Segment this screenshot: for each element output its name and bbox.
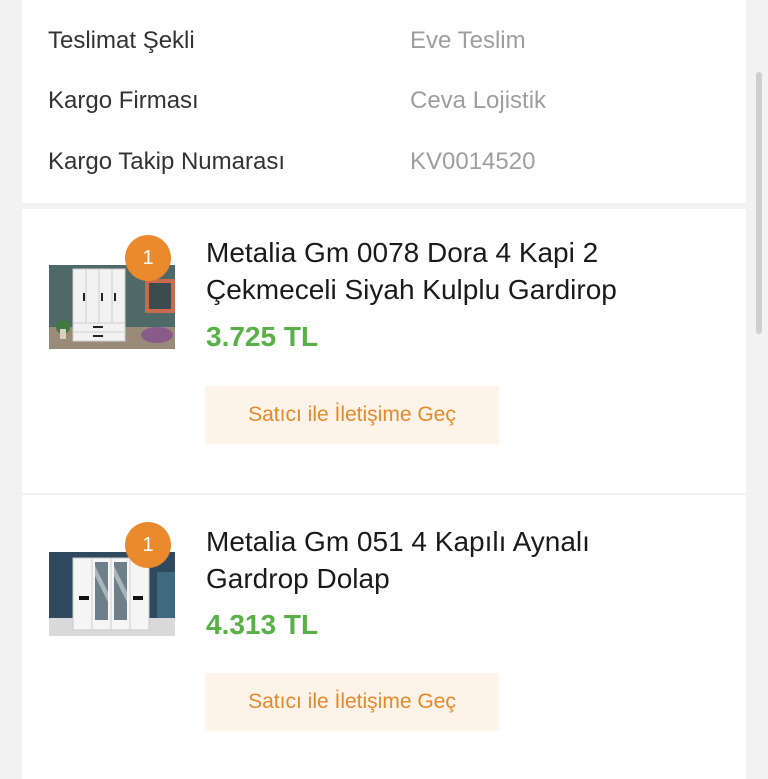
product-price: 4.313 TL (206, 609, 319, 640)
contact-seller-button[interactable]: Satıcı ile İletişime Geç (205, 673, 499, 731)
cargo-company-value: Ceva Lojistik (410, 87, 547, 114)
cargo-company-label: Kargo Firması (48, 87, 199, 114)
delivery-type-row: Teslimat Şekli Eve Teslim (48, 26, 746, 56)
product-title[interactable]: Metalia Gm 0078 Dora 4 Kapi 2 Çekmeceli … (206, 234, 726, 308)
quantity-badge: 1 (125, 235, 171, 281)
shipment-info-card: Teslimat Şekli Eve Teslim Kargo Firması … (22, 0, 746, 203)
order-item-card: 1 Metalia Gm 051 4 Kapılı Aynalı Gardrop… (22, 495, 746, 779)
order-item-card: 1 Metalia Gm 0078 Dora 4 Kapi 2 Çekmecel… (22, 209, 746, 493)
product-title-line1: Metalia Gm 0078 Dora 4 Kapi 2 (206, 237, 599, 268)
tracking-number-row: Kargo Takip Numarası KV0014520 (48, 147, 746, 177)
scrollbar[interactable] (756, 72, 762, 334)
product-price: 3.725 TL (206, 321, 319, 352)
contact-seller-button[interactable]: Satıcı ile İletişime Geç (205, 386, 499, 444)
tracking-number-label: Kargo Takip Numarası (48, 148, 285, 175)
cargo-company-row: Kargo Firması Ceva Lojistik (48, 86, 746, 116)
product-title-line2: Gardrop Dolap (206, 563, 390, 594)
quantity-badge: 1 (125, 522, 171, 568)
delivery-type-label: Teslimat Şekli (48, 27, 195, 54)
tracking-number-value[interactable]: KV0014520 (410, 147, 535, 177)
product-title-line2: Çekmeceli Siyah Kulplu Gardirop (206, 274, 617, 305)
product-title-line1: Metalia Gm 051 4 Kapılı Aynalı (206, 526, 590, 557)
product-title[interactable]: Metalia Gm 051 4 Kapılı Aynalı Gardrop D… (206, 523, 726, 597)
delivery-type-value: Eve Teslim (410, 27, 526, 54)
